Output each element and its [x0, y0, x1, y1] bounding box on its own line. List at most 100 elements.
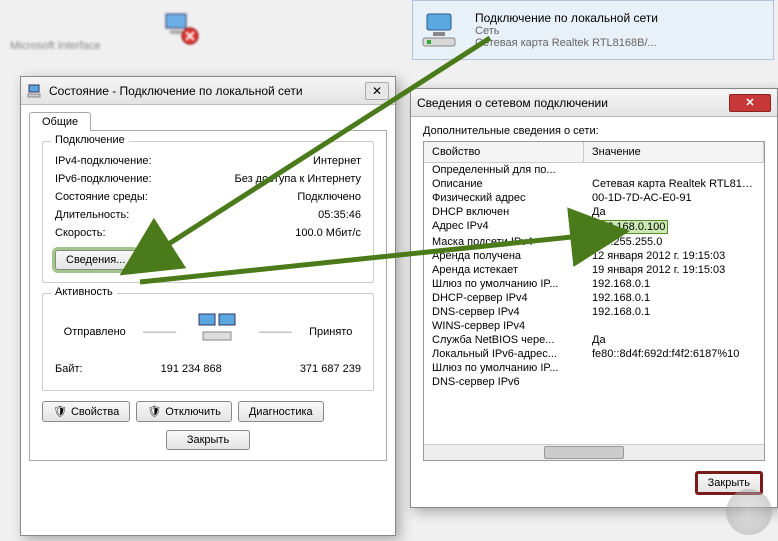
details-button[interactable]: Сведения... — [55, 250, 136, 270]
details-row[interactable]: ОписаниеСетевая карта Realtek RTL8168B/8… — [424, 177, 764, 191]
prop-name: Физический адрес — [424, 191, 584, 205]
close-icon[interactable]: ✕ — [365, 82, 389, 100]
bg-text: Microsoft Interface — [10, 40, 100, 52]
details-row[interactable]: Аренда получена12 января 2012 г. 19:15:0… — [424, 249, 764, 263]
details-row[interactable]: DHCP включенДа — [424, 205, 764, 219]
details-row[interactable]: Шлюз по умолчанию IP... — [424, 361, 764, 375]
adapter-title: Подключение по локальной сети — [475, 11, 658, 25]
horizontal-scrollbar[interactable] — [424, 444, 764, 460]
adapter-card: Сетевая карта Realtek RTL8168B/... — [475, 37, 658, 49]
disable-button[interactable]: 🛡Отключить — [136, 401, 232, 422]
prop-name: Маска подсети IPv4 — [424, 235, 584, 249]
close-icon[interactable]: ✕ — [729, 94, 771, 112]
activity-icon — [193, 312, 241, 352]
prop-name: DNS-сервер IPv4 — [424, 305, 584, 319]
diagnose-button[interactable]: Диагностика — [238, 401, 324, 422]
col-value[interactable]: Значение — [584, 142, 764, 162]
group-connection-title: Подключение — [51, 134, 129, 146]
details-window: Сведения о сетевом подключении ✕ Дополни… — [410, 88, 778, 508]
prop-value: Да — [584, 205, 764, 219]
details-title: Сведения о сетевом подключении — [417, 96, 608, 110]
details-row[interactable]: Определенный для по... — [424, 163, 764, 177]
window-icon — [27, 83, 43, 99]
row-value: 100.0 Мбит/с — [295, 227, 361, 239]
close-button[interactable]: Закрыть — [166, 430, 250, 450]
status-window: Состояние - Подключение по локальной сет… — [20, 76, 396, 536]
details-row[interactable]: DHCP-сервер IPv4192.168.0.1 — [424, 291, 764, 305]
status-title: Состояние - Подключение по локальной сет… — [49, 84, 303, 98]
shield-icon: 🛡 — [147, 405, 161, 418]
status-row: Длительность: 05:35:46 — [55, 206, 361, 224]
group-activity: Активность Отправлено ——— ——— Принято Ба… — [42, 293, 374, 391]
prop-value: fe80::8d4f:692d:f4f2:6187%10 — [584, 347, 764, 361]
prop-value: 255.255.255.0 — [584, 235, 764, 249]
bytes-recv: 371 687 239 — [300, 363, 361, 375]
details-label: Дополнительные сведения о сети: — [411, 117, 777, 141]
prop-name: Адрес IPv4 — [424, 219, 584, 235]
details-row[interactable]: Аренда истекает19 января 2012 г. 19:15:0… — [424, 263, 764, 277]
received-label: Принято — [309, 326, 352, 338]
network-adapter-tile[interactable]: Подключение по локальной сети Сеть Сетев… — [412, 0, 774, 60]
details-row[interactable]: DNS-сервер IPv4192.168.0.1 — [424, 305, 764, 319]
details-titlebar[interactable]: Сведения о сетевом подключении ✕ — [411, 89, 777, 117]
prop-value: 12 января 2012 г. 19:15:03 — [584, 249, 764, 263]
details-row[interactable]: Локальный IPv6-адрес...fe80::8d4f:692d:f… — [424, 347, 764, 361]
prop-name: Аренда истекает — [424, 263, 584, 277]
prop-value: 19 января 2012 г. 19:15:03 — [584, 263, 764, 277]
prop-value — [584, 319, 764, 333]
row-value: Без доступа к Интернету — [234, 173, 361, 185]
prop-name: DHCP-сервер IPv4 — [424, 291, 584, 305]
status-row: IPv4-подключение:Интернет — [55, 152, 361, 170]
prop-value: Да — [584, 333, 764, 347]
prop-name: Шлюз по умолчанию IP... — [424, 277, 584, 291]
details-row[interactable]: Адрес IPv4192.168.0.100 — [424, 219, 764, 235]
bytes-label: Байт: — [55, 363, 83, 375]
row-value: 05:35:46 — [318, 209, 361, 221]
prop-name: Аренда получена — [424, 249, 584, 263]
status-row: IPv6-подключение: Без доступа к Интернету — [55, 170, 361, 188]
prop-value — [584, 163, 764, 177]
group-activity-title: Активность — [51, 286, 117, 298]
row-label: Скорость: — [55, 227, 106, 239]
details-row[interactable]: Маска подсети IPv4255.255.255.0 — [424, 235, 764, 249]
row-label: IPv4-подключение: — [55, 155, 152, 167]
prop-name: Локальный IPv6-адрес... — [424, 347, 584, 361]
prop-value: 192.168.0.100 — [584, 219, 764, 235]
details-row[interactable]: Шлюз по умолчанию IP...192.168.0.1 — [424, 277, 764, 291]
adapter-net: Сеть — [475, 25, 658, 37]
tab-general[interactable]: Общие — [29, 112, 91, 131]
prop-value: 00-1D-7D-AC-E0-91 — [584, 191, 764, 205]
prop-name: DHCP включен — [424, 205, 584, 219]
row-label: Длительность: — [55, 209, 129, 221]
sent-label: Отправлено — [64, 326, 126, 338]
row-label: IPv6-подключение: — [55, 173, 152, 185]
status-titlebar[interactable]: Состояние - Подключение по локальной сет… — [21, 77, 395, 105]
prop-name: Определенный для по... — [424, 163, 584, 177]
prop-value: 192.168.0.1 — [584, 305, 764, 319]
group-connection: Подключение IPv4-подключение:ИнтернетIPv… — [42, 141, 374, 283]
prop-name: Служба NetBIOS чере... — [424, 333, 584, 347]
details-row[interactable]: Физический адрес00-1D-7D-AC-E0-91 — [424, 191, 764, 205]
details-row[interactable]: DNS-сервер IPv6 — [424, 375, 764, 389]
properties-button[interactable]: 🛡Свойства — [42, 401, 130, 422]
prop-value: 192.168.0.1 — [584, 291, 764, 305]
adapter-icon — [419, 10, 467, 50]
details-row[interactable]: WINS-сервер IPv4 — [424, 319, 764, 333]
prop-name: WINS-сервер IPv4 — [424, 319, 584, 333]
prop-value: 192.168.0.1 — [584, 277, 764, 291]
prop-name: Описание — [424, 177, 584, 191]
status-row: Состояние среды: Подключено — [55, 188, 361, 206]
details-row[interactable]: Служба NetBIOS чере...Да — [424, 333, 764, 347]
prop-value: Сетевая карта Realtek RTL8168B/8111 — [584, 177, 764, 191]
bytes-sent: 191 234 868 — [161, 363, 222, 375]
row-label: Состояние среды: — [55, 191, 148, 203]
shield-icon: 🛡 — [53, 405, 67, 418]
col-property[interactable]: Свойство — [424, 142, 584, 162]
watermark — [726, 489, 772, 535]
prop-value — [584, 375, 764, 389]
row-value: Подключено — [297, 191, 361, 203]
details-list: Свойство Значение Определенный для по...… — [423, 141, 765, 461]
prop-value — [584, 361, 764, 375]
bg-icon — [160, 8, 200, 48]
prop-name: Шлюз по умолчанию IP... — [424, 361, 584, 375]
